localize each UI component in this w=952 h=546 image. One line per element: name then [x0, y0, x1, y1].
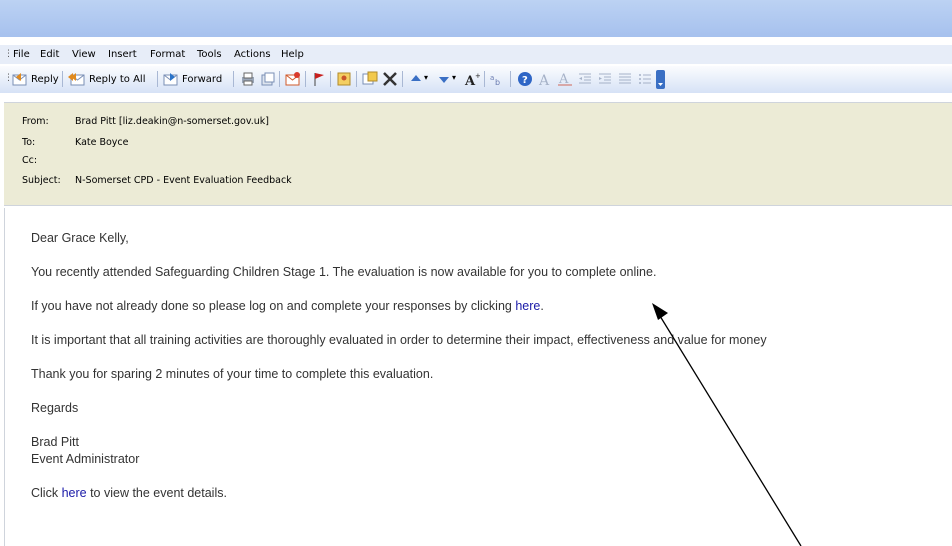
annotation-arrow [652, 303, 802, 546]
